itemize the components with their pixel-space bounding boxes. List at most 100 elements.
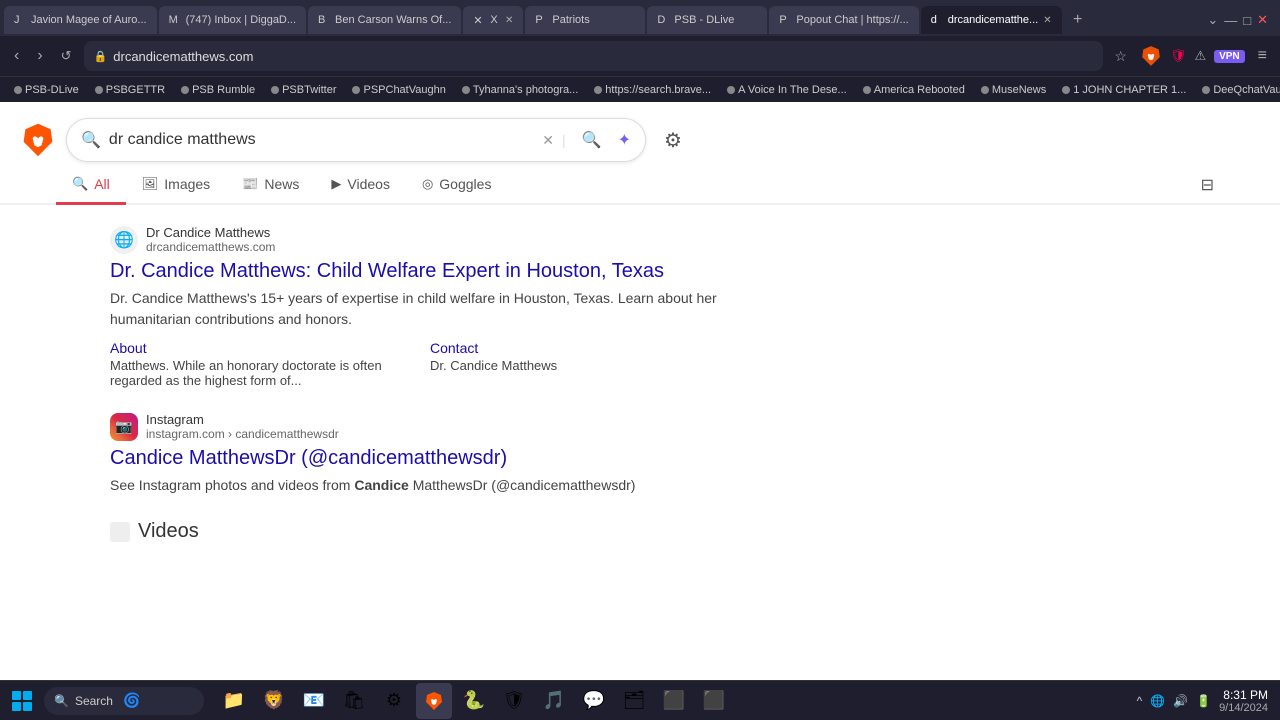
new-tab-button[interactable]: + xyxy=(1064,6,1092,34)
alert-icon[interactable]: ⚠ xyxy=(1194,48,1206,64)
taskbar-clock[interactable]: 8:31 PM 9/14/2024 xyxy=(1219,688,1268,714)
tray-sound[interactable]: 🔊 xyxy=(1173,694,1188,708)
bookmark-label: America Rebooted xyxy=(874,84,965,96)
search-settings-icon[interactable]: ⚙ xyxy=(664,128,682,153)
tab-videos[interactable]: ▶ Videos xyxy=(315,166,406,205)
tab-4[interactable]: ✕ X ✕ xyxy=(463,6,523,34)
bookmark-pspchatvaughn[interactable]: PSPChatVaughn xyxy=(346,82,451,98)
bookmark-label: A Voice In The Dese... xyxy=(738,84,847,96)
search-input-container: 🔍 ✕ | 🔍 ✦ xyxy=(66,118,646,162)
vpn-badge[interactable]: VPN xyxy=(1214,50,1245,63)
taskbar-app-music[interactable]: 🎵 xyxy=(536,683,572,719)
taskbar-app-mail[interactable]: 📧 xyxy=(296,683,332,719)
tab-4-favicon: ✕ xyxy=(473,14,485,26)
clock-time: 8:31 PM xyxy=(1219,688,1268,702)
minimize-icon[interactable]: — xyxy=(1224,13,1237,28)
result-1-source-url: drcandicematthews.com xyxy=(146,240,275,254)
result-2-favicon: 📷 xyxy=(110,413,138,441)
tab-controls: ⌄ — □ ✕ xyxy=(1207,12,1276,28)
tab-2-favicon: M xyxy=(169,14,181,26)
tray-battery[interactable]: 🔋 xyxy=(1196,694,1211,708)
tab-5-favicon: P xyxy=(535,14,547,26)
taskbar-tray: ^ 🌐 🔊 🔋 8:31 PM 9/14/2024 xyxy=(1137,688,1276,714)
bookmark-brave-search[interactable]: https://search.brave... xyxy=(588,82,717,98)
tab-8[interactable]: d drcandicematthe... ✕ xyxy=(921,6,1062,34)
shield-icon: 🛡 xyxy=(1170,48,1187,64)
forward-button[interactable]: › xyxy=(31,43,48,69)
result-1-source-info: Dr Candice Matthews drcandicematthews.co… xyxy=(146,225,275,254)
search-button-icon[interactable]: 🔍 xyxy=(574,130,610,150)
taskbar-app-gear[interactable]: ⚙ xyxy=(376,683,412,719)
nav-bar: ‹ › ↺ 🔒 ☆ 🛡 ⚠ VPN ≡ xyxy=(0,36,1280,76)
tab-3[interactable]: B Ben Carson Warns Of... xyxy=(308,6,461,34)
bookmark-tyhanna[interactable]: Tyhanna's photogra... xyxy=(456,82,584,98)
taskbar-app-browser[interactable]: 🦁 xyxy=(256,683,292,719)
tab-8-title: drcandicematthe... xyxy=(948,14,1039,26)
tab-list-icon[interactable]: ⌄ xyxy=(1207,12,1218,28)
tab-6[interactable]: D PSB - DLive xyxy=(647,6,767,34)
videos-section-heading: Videos xyxy=(110,520,880,543)
bookmark-icon[interactable]: ☆ xyxy=(1109,45,1132,68)
back-button[interactable]: ‹ xyxy=(8,43,25,69)
windows-logo-icon xyxy=(12,691,32,711)
tab-news[interactable]: 📰 News xyxy=(226,166,315,205)
taskbar-app-terminal[interactable]: ⬛ xyxy=(656,683,692,719)
result-1-about-link[interactable]: About xyxy=(110,340,147,356)
tab-bar: J Javion Magee of Auro... M (747) Inbox … xyxy=(0,0,1280,36)
taskbar-app-explorer[interactable]: 🗂 xyxy=(616,683,652,719)
result-1-contact-link[interactable]: Contact xyxy=(430,340,478,356)
reload-button[interactable]: ↺ xyxy=(55,44,78,68)
bookmark-icon xyxy=(181,86,189,94)
tab-images[interactable]: 🖼 Images xyxy=(126,166,226,205)
address-input[interactable] xyxy=(113,49,1093,64)
bookmark-label: Tyhanna's photogra... xyxy=(473,84,578,96)
close-window-icon[interactable]: ✕ xyxy=(1257,12,1268,28)
bookmark-voice-desert[interactable]: A Voice In The Dese... xyxy=(721,82,853,98)
taskbar-app-python[interactable]: 🐍 xyxy=(456,683,492,719)
tab-all[interactable]: 🔍 All xyxy=(56,166,126,205)
tab-7[interactable]: P Popout Chat | https://... xyxy=(769,6,918,34)
ai-search-icon[interactable]: ✦ xyxy=(618,130,631,150)
taskbar-search[interactable]: 🔍 Search 🌀 xyxy=(44,687,204,715)
start-button[interactable] xyxy=(4,683,40,719)
taskbar-app-brave[interactable] xyxy=(416,683,452,719)
result-1-link-about: About Matthews. While an honorary doctor… xyxy=(110,340,390,388)
globe-icon: 🌐 xyxy=(114,230,134,250)
clear-search-icon[interactable]: ✕ xyxy=(542,132,554,149)
result-1-title[interactable]: Dr. Candice Matthews: Child Welfare Expe… xyxy=(110,260,664,282)
taskbar-app-shield[interactable]: 🛡 xyxy=(496,683,532,719)
bookmark-musenews[interactable]: MuseNews xyxy=(975,82,1052,98)
bookmark-deeqchat[interactable]: DeeQchatVaughn xyxy=(1196,82,1280,98)
bookmark-label: 1 JOHN CHAPTER 1... xyxy=(1073,84,1186,96)
search-input[interactable] xyxy=(109,131,534,149)
tray-chevron[interactable]: ^ xyxy=(1137,694,1143,708)
tab-4-close-icon[interactable]: ✕ xyxy=(505,15,513,26)
tray-network[interactable]: 🌐 xyxy=(1150,694,1165,708)
taskbar-app-store[interactable]: 🛍 xyxy=(336,683,372,719)
tab-goggles[interactable]: ◎ Goggles xyxy=(406,166,508,205)
bookmark-psb-dlive[interactable]: PSB-DLive xyxy=(8,82,85,98)
tab-8-close-icon[interactable]: ✕ xyxy=(1043,15,1051,26)
bookmark-icon xyxy=(1202,86,1210,94)
filter-button[interactable]: ⊟ xyxy=(1191,169,1224,201)
taskbar-app-files[interactable]: 📁 xyxy=(216,683,252,719)
result-2-source-url: instagram.com › candicematthewsdr xyxy=(146,427,339,441)
tab-5[interactable]: P Patriots xyxy=(525,6,645,34)
all-tab-icon: 🔍 xyxy=(72,176,88,192)
taskbar-app-apps[interactable]: ⬛ xyxy=(696,683,732,719)
tab-1[interactable]: J Javion Magee of Auro... xyxy=(4,6,157,34)
tab-2[interactable]: M (747) Inbox | DiggaD... xyxy=(159,6,306,34)
bookmark-psbgettr[interactable]: PSBGETTR xyxy=(89,82,171,98)
bookmark-icon xyxy=(1062,86,1070,94)
bookmark-psb-rumble[interactable]: PSB Rumble xyxy=(175,82,261,98)
tab-2-title: (747) Inbox | DiggaD... xyxy=(186,14,296,26)
images-tab-icon: 🖼 xyxy=(142,176,159,192)
bookmark-psbtwitter[interactable]: PSBTwitter xyxy=(265,82,342,98)
maximize-icon[interactable]: □ xyxy=(1243,13,1251,28)
bookmark-label: PSBGETTR xyxy=(106,84,165,96)
settings-icon[interactable]: ≡ xyxy=(1253,44,1272,68)
bookmark-john-chapter[interactable]: 1 JOHN CHAPTER 1... xyxy=(1056,82,1192,98)
taskbar-app-chat[interactable]: 💬 xyxy=(576,683,612,719)
result-2-title[interactable]: Candice MatthewsDr (@candicematthewsdr) xyxy=(110,447,507,469)
bookmark-america-rebooted[interactable]: America Rebooted xyxy=(857,82,971,98)
